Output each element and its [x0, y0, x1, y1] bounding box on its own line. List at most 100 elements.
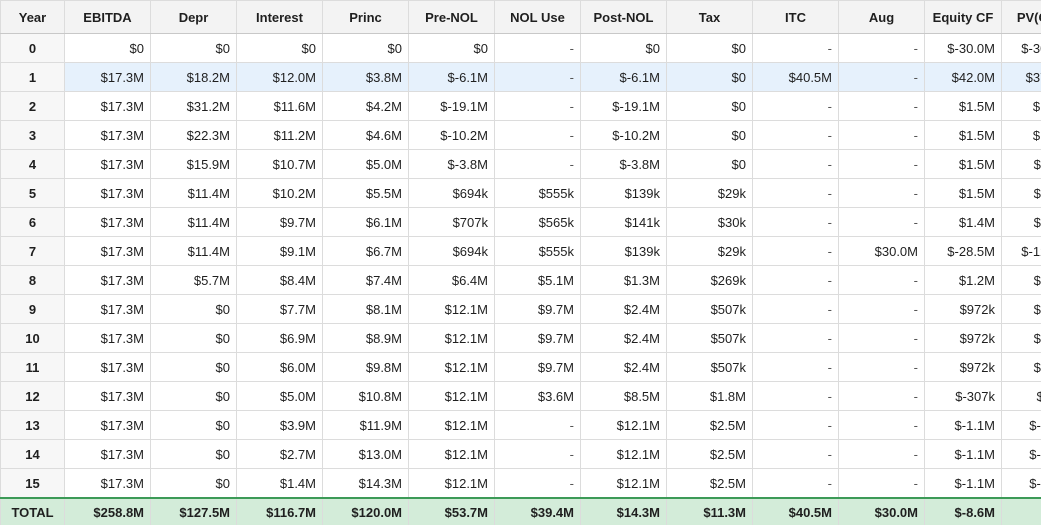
value-cell: - — [752, 207, 839, 237]
value-cell: $5.0M — [236, 381, 323, 411]
value-cell: $18.2M — [150, 62, 237, 92]
value-cell: $694k — [408, 178, 495, 208]
value-cell: $-3.8M — [408, 149, 495, 179]
column-header[interactable]: Post-NOL — [580, 0, 667, 34]
value-cell: $1.1M — [1001, 120, 1041, 150]
table-row[interactable]: 7 $17.3M $11.4M $9.1M $6.7M $694k $555k $139k $2… — [0, 236, 1041, 266]
column-header[interactable]: PV(CF) — [1001, 0, 1041, 34]
value-cell: $2.4M — [580, 294, 667, 324]
value-cell: $2.4M — [580, 352, 667, 382]
total-cell: $116.7M — [236, 497, 323, 525]
value-cell: $5.0M — [322, 149, 409, 179]
column-header[interactable]: EBITDA — [64, 0, 151, 34]
value-cell: $30k — [666, 207, 753, 237]
column-header[interactable]: NOL Use — [494, 0, 581, 34]
value-cell: $17.3M — [64, 410, 151, 440]
column-header[interactable]: ITC — [752, 0, 839, 34]
value-cell: $972k — [924, 352, 1002, 382]
value-cell: $139k — [580, 236, 667, 266]
value-cell: $565k — [494, 207, 581, 237]
table-row[interactable]: 15 $17.3M $0 $1.4M $14.3M $12.1M - $12.1M $2.5M -… — [0, 468, 1041, 499]
table-row[interactable]: 1 $17.3M $18.2M $12.0M $3.8M $-6.1M - $-6.1M $0 $… — [0, 62, 1041, 92]
column-header[interactable]: Tax — [666, 0, 753, 34]
value-cell: $17.3M — [64, 323, 151, 353]
value-cell: $0 — [580, 33, 667, 63]
value-cell: $11.9M — [322, 410, 409, 440]
value-cell: $507k — [666, 323, 753, 353]
table-row[interactable]: 13 $17.3M $0 $3.9M $11.9M $12.1M - $12.1M $2.5M -… — [0, 410, 1041, 440]
value-cell: $-79k — [1001, 381, 1041, 411]
table-row[interactable]: 4 $17.3M $15.9M $10.7M $5.0M $-3.8M - $-3.8M $0-… — [0, 149, 1041, 179]
value-cell: $2.7M — [236, 439, 323, 469]
table-row[interactable]: 2 $17.3M $31.2M $11.6M $4.2M $-19.1M - $-19.1M $… — [0, 91, 1041, 121]
value-cell: $17.3M — [64, 352, 151, 382]
value-cell: - — [838, 381, 925, 411]
value-cell: $6.1M — [322, 207, 409, 237]
value-cell: $2.4M — [580, 323, 667, 353]
year-cell: 14 — [0, 439, 65, 469]
value-cell: $3.6M — [494, 381, 581, 411]
value-cell: - — [752, 323, 839, 353]
total-cell: $127.5M — [150, 497, 237, 525]
table-row[interactable]: 5 $17.3M $11.4M $10.2M $5.5M $694k $555k $139k $… — [0, 178, 1041, 208]
column-header[interactable]: Aug — [838, 0, 925, 34]
value-cell: $17.3M — [64, 265, 151, 295]
value-cell: - — [752, 149, 839, 179]
column-header[interactable]: Depr — [150, 0, 237, 34]
value-cell: $11.4M — [150, 207, 237, 237]
value-cell: $3.9M — [236, 410, 323, 440]
value-cell: $0 — [408, 33, 495, 63]
value-cell: $17.3M — [64, 468, 151, 499]
table-row[interactable]: 8 $17.3M $5.7M $8.4M $7.4M $6.4M $5.1M $1.3M $26… — [0, 265, 1041, 295]
year-cell: 0 — [0, 33, 65, 63]
value-cell: $12.1M — [408, 439, 495, 469]
table-row[interactable]: 0$0$0$0$0$0-$0$0--$-30.0M$-30.0M — [0, 33, 1041, 63]
value-cell: $30.0M — [838, 236, 925, 266]
value-cell: - — [752, 381, 839, 411]
value-cell: - — [494, 468, 581, 499]
value-cell: $12.1M — [408, 294, 495, 324]
value-cell: $-28.5M — [924, 236, 1002, 266]
column-header[interactable]: Pre-NOL — [408, 0, 495, 34]
value-cell: - — [838, 33, 925, 63]
value-cell: - — [752, 439, 839, 469]
value-cell: $2.5M — [666, 439, 753, 469]
value-cell: $0 — [150, 410, 237, 440]
column-header[interactable]: Princ — [322, 0, 409, 34]
column-header[interactable]: Equity CF — [924, 0, 1002, 34]
table-row[interactable]: 9 $17.3M $0 $7.7M $8.1M $12.1M $9.7M $2.4M $507k… — [0, 294, 1041, 324]
value-cell: - — [838, 468, 925, 499]
value-cell: $694k — [408, 236, 495, 266]
value-cell: $0 — [236, 33, 323, 63]
value-cell: - — [494, 120, 581, 150]
value-cell: $10.8M — [322, 381, 409, 411]
value-cell: $972k — [924, 323, 1002, 353]
table-row[interactable]: 12 $17.3M $0 $5.0M $10.8M $12.1M $3.6M $8.5M $1.… — [0, 381, 1041, 411]
value-cell: - — [752, 265, 839, 295]
value-cell: $269k — [666, 265, 753, 295]
value-cell: - — [838, 207, 925, 237]
value-cell: $1.4M — [924, 207, 1002, 237]
table-row[interactable]: 14 $17.3M $0 $2.7M $13.0M $12.1M - $12.1M $2.5M -… — [0, 439, 1041, 469]
column-header[interactable]: Year — [0, 0, 65, 34]
value-cell: $9.7M — [494, 294, 581, 324]
year-cell: 5 — [0, 178, 65, 208]
total-cell: $0 — [1001, 497, 1041, 525]
table-row[interactable]: 3 $17.3M $22.3M $11.2M $4.6M $-10.2M - $-10.2M $… — [0, 120, 1041, 150]
value-cell: $40.5M — [752, 62, 839, 92]
value-cell: $735k — [1001, 207, 1041, 237]
value-cell: $1.5M — [924, 149, 1002, 179]
value-cell: $1.4M — [236, 468, 323, 499]
value-cell: $9.7M — [494, 352, 581, 382]
year-cell: 9 — [0, 294, 65, 324]
value-cell: $6.7M — [322, 236, 409, 266]
table-row[interactable]: 11 $17.3M $0 $6.0M $9.8M $12.1M $9.7M $2.4M $507… — [0, 352, 1041, 382]
table-body: 0$0$0$0$0$0-$0$0--$-30.0M$-30.0M1$17.3M$… — [0, 33, 1041, 499]
value-cell: $12.0M — [236, 62, 323, 92]
table-row[interactable]: 6 $17.3M $11.4M $9.7M $6.1M $707k $565k $141k $3… — [0, 207, 1041, 237]
value-cell: $29k — [666, 178, 753, 208]
value-cell: $11.2M — [236, 120, 323, 150]
value-cell: $10.7M — [236, 149, 323, 179]
column-header[interactable]: Interest — [236, 0, 323, 34]
table-row[interactable]: 10 $17.3M $0 $6.9M $8.9M $12.1M $9.7M $2.4M $507… — [0, 323, 1041, 353]
